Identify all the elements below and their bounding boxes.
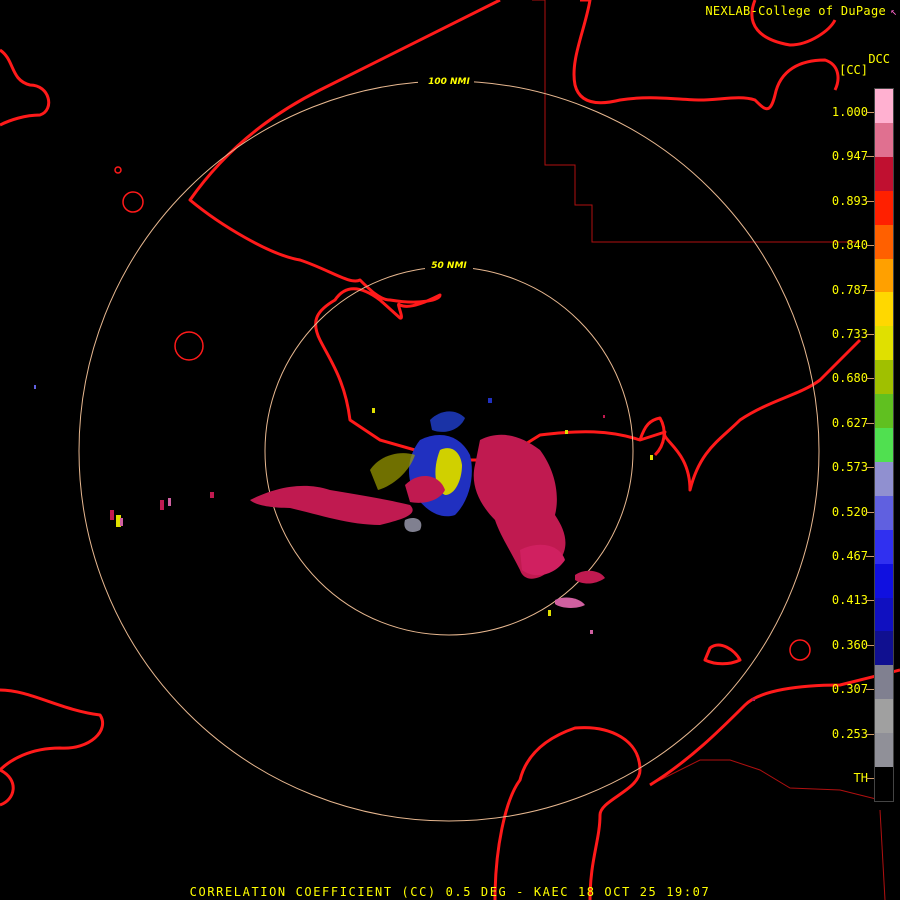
legend-color-segment — [875, 258, 893, 293]
legend-tick-mark — [866, 556, 874, 557]
color-legend-bar — [874, 88, 894, 802]
legend-color-segment — [875, 461, 893, 496]
legend-tick-mark — [866, 200, 874, 202]
legend-tick-mark — [866, 600, 874, 602]
legend-tick-mark — [866, 378, 874, 380]
legend-tick-label: 0.253 — [831, 726, 868, 741]
legend-color-segment — [875, 597, 893, 632]
legend-color-segment — [875, 495, 893, 530]
legend-color-segment — [875, 394, 893, 429]
radar-speckle — [34, 385, 755, 701]
legend-color-segment — [875, 529, 893, 564]
legend-tick-label: 0.307 — [831, 682, 868, 697]
radar-map: 50 NMI 100 NMI — [0, 0, 900, 900]
legend-tick-label: 0.520 — [831, 504, 868, 519]
legend-color-segment — [875, 428, 893, 463]
legend-tick-mark — [866, 334, 874, 335]
legend-tick-mark — [866, 289, 874, 291]
legend-tick-mark — [866, 422, 874, 424]
credit-text: NEXLAB-College of DuPage — [705, 4, 886, 18]
legend-tick-mark — [866, 733, 874, 735]
product-code: DCC — [868, 52, 890, 66]
legend-tick-label: 0.947 — [831, 149, 868, 164]
legend-tick-label: 0.733 — [831, 327, 868, 341]
legend-tick-mark — [866, 644, 874, 646]
legend-color-segment — [875, 326, 893, 361]
legend-color-segment — [875, 631, 893, 666]
legend-tick-label: 0.680 — [831, 371, 868, 386]
legend-tick-label: 0.627 — [831, 415, 868, 430]
legend-tick-mark — [866, 245, 874, 247]
arrow-logo-icon: ↖ — [890, 5, 897, 18]
legend-color-segment — [875, 699, 893, 734]
legend-color-segment — [875, 563, 893, 598]
legend-tick-mark — [866, 467, 874, 469]
islands — [114, 166, 811, 661]
legend-color-segment — [875, 190, 893, 225]
radar-echoes — [250, 411, 605, 608]
legend-color-segment — [875, 224, 893, 259]
legend-color-segment — [875, 733, 893, 768]
legend-tick-label: 0.840 — [831, 238, 868, 253]
legend-tick-mark — [866, 511, 874, 513]
legend-tick-label: 0.467 — [831, 549, 868, 563]
legend-tick-mark — [866, 778, 874, 779]
range-label-100: 100 NMI — [428, 77, 470, 87]
product-caption: CORRELATION COEFFICIENT (CC) 0.5 DEG - K… — [189, 885, 711, 899]
legend-tick-label: 0.413 — [831, 593, 868, 608]
legend-tick-label: 1.000 — [831, 105, 868, 119]
legend-tick-label: 0.360 — [831, 637, 868, 652]
legend-color-segment — [875, 122, 893, 157]
legend-tick-label: 0.893 — [831, 193, 868, 208]
legend-color-segment — [875, 156, 893, 191]
product-unit: [CC] — [839, 63, 868, 77]
range-label-50: 50 NMI — [431, 261, 467, 271]
legend-color-segment — [875, 767, 893, 802]
legend-tick-mark — [866, 689, 874, 691]
legend-color-segment — [875, 665, 893, 700]
legend-color-segment — [875, 360, 893, 395]
legend-color-segment — [875, 89, 893, 123]
legend-color-segment — [875, 292, 893, 327]
legend-tick-mark — [866, 156, 874, 158]
legend-tick-mark — [866, 112, 874, 113]
legend-tick-label: 0.787 — [831, 282, 868, 297]
legend-tick-label: 0.573 — [831, 460, 868, 475]
